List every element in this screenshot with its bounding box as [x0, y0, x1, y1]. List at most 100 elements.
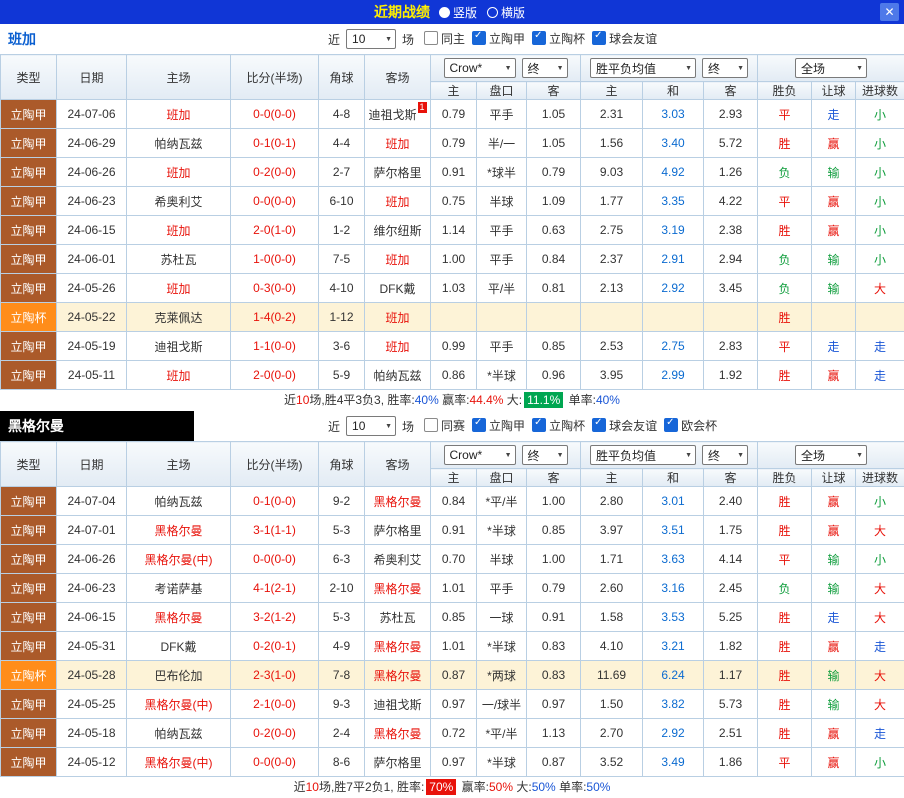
handicap-result-cell: 赢: [812, 129, 856, 158]
europe-odds-state-select[interactable]: 终▼: [702, 58, 748, 78]
checkbox-label: 立陶甲: [489, 417, 525, 434]
filter-checkbox-option[interactable]: 立陶甲: [472, 30, 525, 47]
chevron-down-icon: ▼: [737, 452, 744, 459]
league-cell: 立陶甲: [1, 216, 57, 245]
filter-checkbox-option[interactable]: 同赛: [424, 417, 465, 434]
summary-segment: 50%: [489, 780, 513, 794]
date-cell: 24-06-26: [57, 158, 127, 187]
chevron-down-icon: ▼: [385, 423, 392, 430]
corner-cell: 3-6: [319, 332, 365, 361]
goals-result-cell: 大: [856, 274, 904, 303]
asian-home-odds-cell: 1.00: [431, 245, 477, 274]
home-team-cell: 班加: [127, 158, 231, 187]
score-cell: 0-2(0-1): [231, 632, 319, 661]
checkbox-icon[interactable]: [472, 418, 486, 432]
matches-table-body: 立陶甲 24-07-06 班加 0-0(0-0) 4-8 迪祖戈斯1 0.79 …: [1, 100, 904, 390]
euro-away-odds-cell: 1.82: [704, 632, 758, 661]
away-team-cell: 黑格尔曼: [365, 719, 431, 748]
euro-away-odds-cell: 2.45: [704, 574, 758, 603]
filter-checkbox-option[interactable]: 同主: [424, 30, 465, 47]
asian-away-odds-cell: 0.96: [527, 361, 581, 390]
away-team-name: 萨尔格里: [373, 524, 421, 538]
filter-checkbox-option[interactable]: 球会友谊: [592, 30, 657, 47]
date-cell: 24-06-23: [57, 187, 127, 216]
away-team-cell: 黑格尔曼: [365, 487, 431, 516]
europe-odds-state-select[interactable]: 终▼: [702, 445, 748, 465]
recent-results-window: 近期战绩 竖版横版 ✕ 班加 近 10▼ 场 同主立陶甲立陶杯球会友谊 类型: [0, 0, 904, 798]
filter-checkbox-option[interactable]: 欧会杯: [664, 417, 717, 434]
euro-draw-odds-cell: 3.49: [643, 748, 704, 777]
score-cell: 1-0(0-0): [231, 245, 319, 274]
recent-count-select[interactable]: 10▼: [346, 29, 396, 49]
home-team-cell: DFK戴: [127, 632, 231, 661]
euro-away-odds-cell: 1.17: [704, 661, 758, 690]
away-team-name: 班加: [385, 195, 409, 209]
checkbox-icon[interactable]: [592, 31, 606, 45]
league-cell: 立陶甲: [1, 603, 57, 632]
result-cell: 胜: [758, 487, 812, 516]
euro-away-odds-cell: 5.73: [704, 690, 758, 719]
asian-away-odds-cell: 1.00: [527, 487, 581, 516]
league-cell: 立陶甲: [1, 487, 57, 516]
result-cell: 胜: [758, 361, 812, 390]
match-row: 立陶甲 24-06-29 帕纳瓦兹 0-1(0-1) 4-4 班加 0.79 半…: [1, 129, 904, 158]
home-team-name: 黑格尔曼(中): [145, 553, 213, 567]
euro-odds-header: 胜平负均值▼ 终▼: [581, 442, 758, 469]
score-cell: 0-1(0-0): [231, 487, 319, 516]
result-cell: 胜: [758, 216, 812, 245]
asian-line-cell: *半球: [477, 632, 527, 661]
corner-cell: 4-10: [319, 274, 365, 303]
euro-draw-odds-cell: 3.19: [643, 216, 704, 245]
score-cell: 0-0(0-0): [231, 100, 319, 129]
euro-draw-odds-cell: 2.92: [643, 719, 704, 748]
table-header-top: 类型 日期 主场 比分(半场) 角球 客场 Crow*▼ 终▼ 胜平负均: [1, 55, 904, 82]
away-team-cell: 班加: [365, 245, 431, 274]
asian-line-cell: *平/半: [477, 487, 527, 516]
summary-segment: 44.4%: [469, 393, 503, 407]
result-cell: 平: [758, 748, 812, 777]
bookmaker-select[interactable]: Crow*▼: [444, 445, 516, 465]
handicap-result-cell: 赢: [812, 748, 856, 777]
checkbox-icon[interactable]: [664, 418, 678, 432]
filter-checkbox-option[interactable]: 立陶杯: [532, 30, 585, 47]
checkbox-icon[interactable]: [424, 31, 438, 45]
home-team-name: 帕纳瓦兹: [154, 137, 202, 151]
away-team-cell: 维尔纽斯: [365, 216, 431, 245]
away-team-name: 黑格尔曼: [373, 640, 421, 654]
close-button[interactable]: ✕: [880, 3, 899, 21]
bookmaker-odds-state-select[interactable]: 终▼: [522, 58, 568, 78]
checkbox-icon[interactable]: [424, 418, 438, 432]
europe-odds-select[interactable]: 胜平负均值▼: [590, 445, 696, 465]
home-team-cell: 班加: [127, 274, 231, 303]
layout-radio[interactable]: 竖版: [439, 4, 477, 21]
summary-segment: 单率:: [556, 780, 587, 794]
asian-away-odds-cell: 0.79: [527, 158, 581, 187]
layout-radio[interactable]: 横版: [487, 4, 525, 21]
score-cell: 2-0(0-0): [231, 361, 319, 390]
filter-checkbox-option[interactable]: 立陶杯: [532, 417, 585, 434]
handicap-result-cell: 赢: [812, 632, 856, 661]
europe-odds-select[interactable]: 胜平负均值▼: [590, 58, 696, 78]
filter-checkbox-option[interactable]: 球会友谊: [592, 417, 657, 434]
team-badge: 1: [418, 102, 427, 113]
checkbox-icon[interactable]: [472, 31, 486, 45]
score-cell: 0-0(0-0): [231, 748, 319, 777]
checkbox-icon[interactable]: [592, 418, 606, 432]
checkbox-icon[interactable]: [532, 31, 546, 45]
recent-count-select[interactable]: 10▼: [346, 416, 396, 436]
euro-away-odds-cell: 2.94: [704, 245, 758, 274]
asian-line-cell: *两球: [477, 661, 527, 690]
bookmaker-select[interactable]: Crow*▼: [444, 58, 516, 78]
filter-checkbox-option[interactable]: 立陶甲: [472, 417, 525, 434]
scope-select[interactable]: 全场▼: [795, 58, 867, 78]
team-name: 班加: [8, 29, 36, 49]
league-cell: 立陶杯: [1, 303, 57, 332]
result-cell: 负: [758, 274, 812, 303]
euro-away-odds-cell: 5.72: [704, 129, 758, 158]
date-cell: 24-06-15: [57, 603, 127, 632]
checkbox-icon[interactable]: [532, 418, 546, 432]
checkbox-label: 同赛: [441, 417, 465, 434]
scope-select[interactable]: 全场▼: [795, 445, 867, 465]
bookmaker-odds-state-select[interactable]: 终▼: [522, 445, 568, 465]
goals-result-cell: 小: [856, 187, 904, 216]
